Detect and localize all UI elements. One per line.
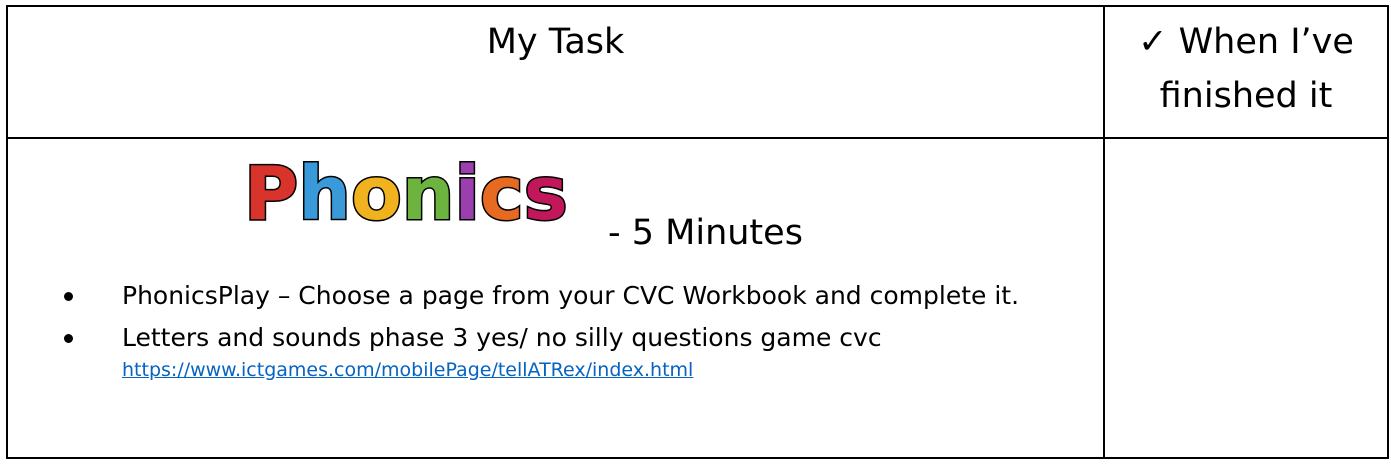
logo-letter: s [524, 153, 568, 233]
task-bullet-list: PhonicsPlay – Choose a page from your CV… [42, 277, 1082, 387]
bullet-dot-icon [64, 334, 73, 343]
task-table: My Task ✓ When I’ve finished it Phonics … [6, 5, 1389, 459]
header-row: My Task ✓ When I’ve finished it [6, 5, 1389, 139]
ictgames-link[interactable]: https://www.ictgames.com/mobilePage/tell… [122, 357, 1082, 383]
header-task-cell: My Task [6, 5, 1105, 139]
logo-letter: c [480, 153, 524, 233]
done-heading-line2: finished it [1159, 76, 1333, 116]
phonics-logo: Phonics [240, 150, 576, 239]
done-heading-line1: When I’ve [1178, 22, 1354, 62]
svg-text:Phonics: Phonics [244, 153, 568, 233]
logo-letter: P [244, 153, 298, 233]
logo-letter: h [298, 153, 351, 233]
bullet-item: PhonicsPlay – Choose a page from your CV… [42, 277, 1082, 315]
logo-letter: n [402, 153, 455, 233]
task-row: Phonics - 5 Minutes PhonicsPlay – Choose… [6, 137, 1389, 459]
header-done-cell: ✓ When I’ve finished it [1103, 5, 1389, 139]
task-duration: - 5 Minutes [608, 213, 803, 253]
bullet-item: Letters and sounds phase 3 yes/ no silly… [42, 319, 1082, 383]
bullet-text: PhonicsPlay – Choose a page from your CV… [122, 281, 1020, 310]
task-cell: Phonics - 5 Minutes PhonicsPlay – Choose… [6, 137, 1105, 459]
bullet-dot-icon [64, 292, 73, 301]
my-task-heading: My Task [486, 22, 625, 62]
bullet-text: Letters and sounds phase 3 yes/ no silly… [122, 323, 882, 352]
done-cell[interactable] [1103, 137, 1389, 459]
logo-letter: o [351, 153, 402, 233]
phonics-logo-graphic: Phonics [243, 150, 570, 239]
logo-letter: i [454, 153, 479, 233]
checkmark-icon: ✓ [1138, 22, 1168, 62]
